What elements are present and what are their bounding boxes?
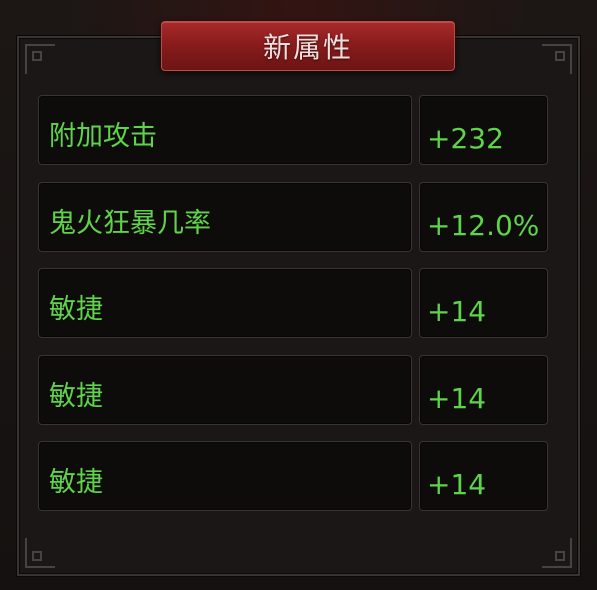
attribute-value-cell: +232: [419, 95, 548, 165]
attribute-value: +14: [427, 468, 487, 501]
corner-ornament-icon: [25, 44, 55, 74]
attribute-value: +14: [427, 382, 487, 415]
attribute-name-cell: 敏捷: [38, 355, 412, 425]
attribute-name-cell: 附加攻击: [38, 95, 412, 165]
corner-ornament-icon: [25, 538, 55, 568]
panel-title: 新属性: [262, 31, 353, 64]
attribute-value: +12.0%: [427, 209, 540, 242]
attribute-value: +232: [427, 122, 504, 155]
attribute-name: 敏捷: [49, 294, 103, 325]
attribute-name-cell: 敏捷: [38, 441, 412, 511]
attribute-row: 附加攻击 +232: [38, 95, 548, 165]
attribute-name-cell: 敏捷: [38, 268, 412, 338]
corner-ornament-icon: [542, 538, 572, 568]
attribute-window: 新属性 附加攻击 +232 鬼火狂暴几率 +12.0% 敏捷 +14 敏捷 +1…: [0, 0, 597, 590]
attribute-name-cell: 鬼火狂暴几率: [38, 182, 412, 252]
attribute-name: 附加攻击: [49, 121, 157, 152]
attribute-row: 敏捷 +14: [38, 268, 548, 338]
attribute-value-cell: +14: [419, 441, 548, 511]
attribute-value-cell: +12.0%: [419, 182, 548, 252]
attribute-name: 鬼火狂暴几率: [49, 208, 211, 239]
attribute-value-cell: +14: [419, 268, 548, 338]
attribute-value: +14: [427, 295, 487, 328]
attribute-row: 敏捷 +14: [38, 441, 548, 511]
attribute-value-cell: +14: [419, 355, 548, 425]
title-banner: 新属性: [161, 21, 455, 71]
attribute-row: 鬼火狂暴几率 +12.0%: [38, 182, 548, 252]
attribute-name: 敏捷: [49, 381, 103, 412]
corner-ornament-icon: [542, 44, 572, 74]
attribute-name: 敏捷: [49, 467, 103, 498]
attribute-row: 敏捷 +14: [38, 355, 548, 425]
